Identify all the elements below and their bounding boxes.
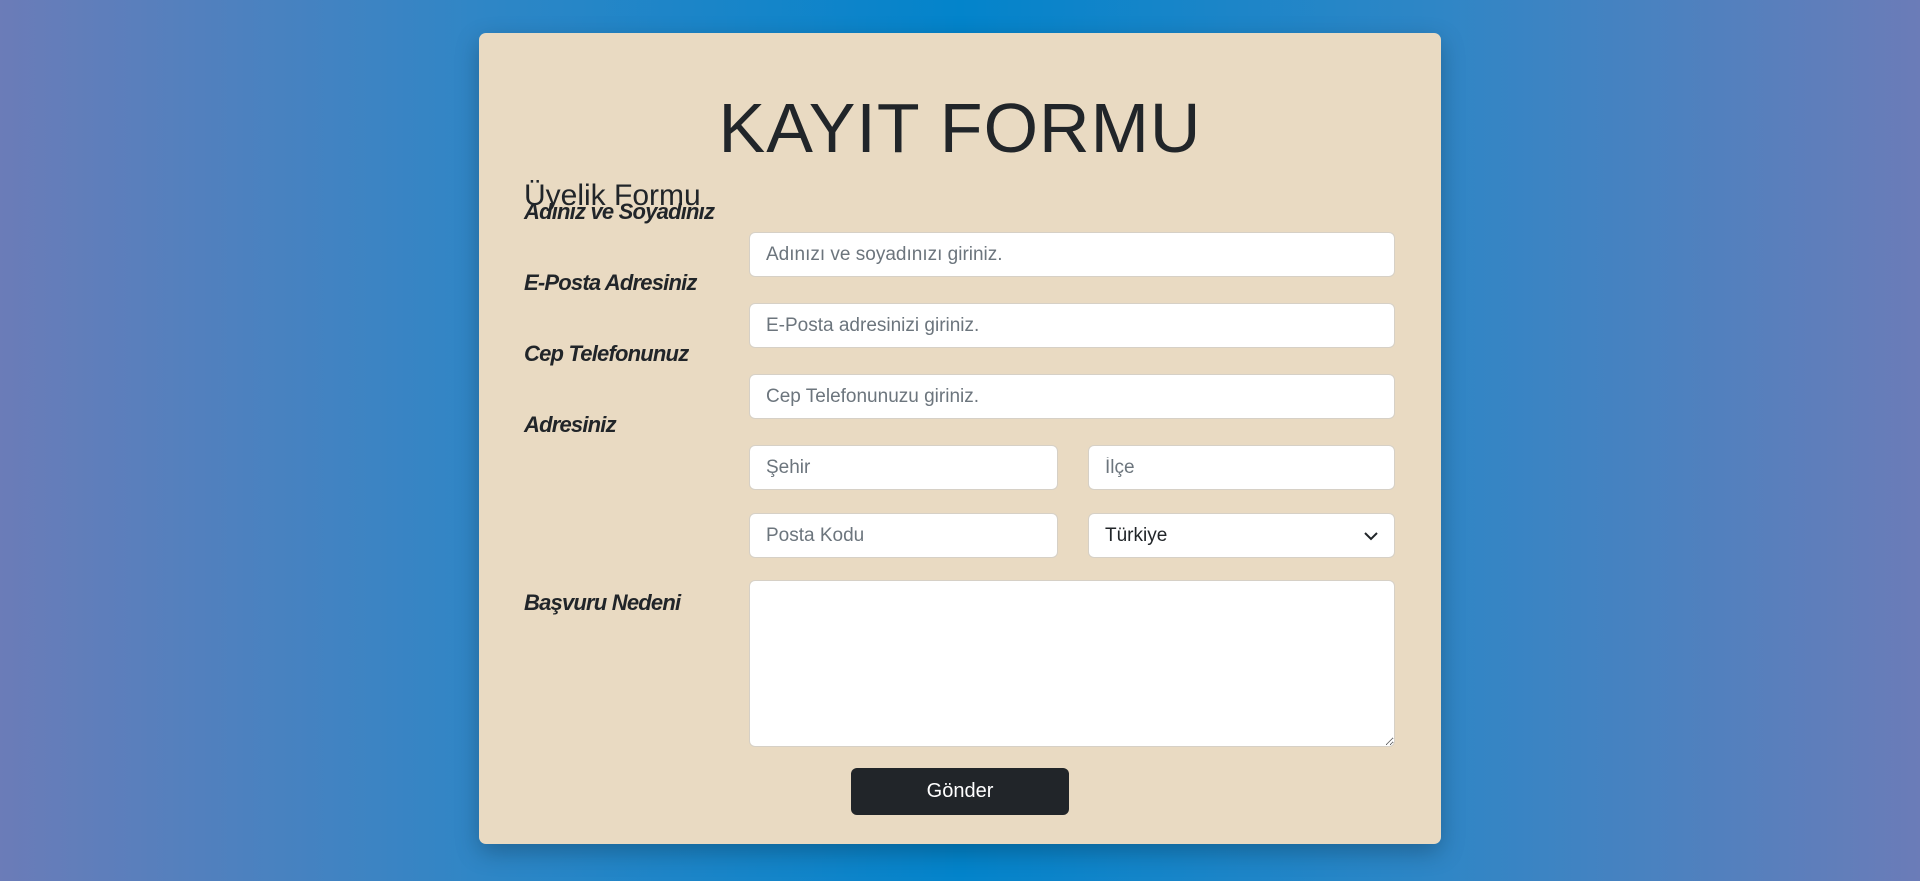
name-label: Adınız ve Soyadınız — [524, 199, 715, 224]
email-input[interactable] — [749, 303, 1395, 348]
registration-card: KAYIT FORMU Üyelik Formu Adınız ve Soyad… — [479, 33, 1441, 844]
postal-code-input[interactable] — [749, 513, 1058, 558]
city-input[interactable] — [749, 445, 1058, 490]
email-label: E-Posta Adresiniz — [524, 270, 697, 295]
country-selected-value: Türkiye — [1105, 524, 1168, 546]
country-select[interactable]: Türkiye — [1088, 513, 1395, 558]
address-label: Adresiniz — [524, 412, 617, 437]
reason-textarea[interactable] — [749, 580, 1395, 747]
phone-label: Cep Telefonunuz — [524, 341, 689, 366]
phone-input[interactable] — [749, 374, 1395, 419]
page-title: KAYIT FORMU — [718, 89, 1202, 167]
name-input[interactable] — [749, 232, 1395, 277]
reason-label: Başvuru Nedeni — [524, 590, 681, 615]
submit-button[interactable]: Gönder — [851, 768, 1069, 815]
chevron-down-icon — [1364, 531, 1378, 540]
district-input[interactable] — [1088, 445, 1395, 490]
